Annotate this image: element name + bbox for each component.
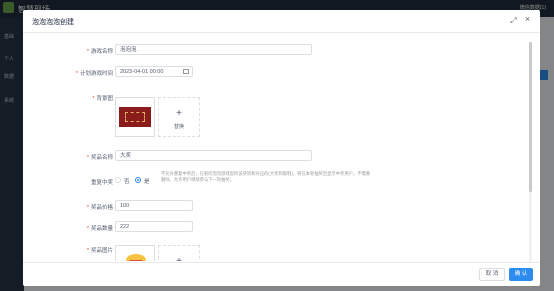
create-dialog: 泡泡泡泡创建 ⤢ × * 游戏名称 泡泡泡 * 计划游戏时间 2023-04-01 … xyxy=(23,10,540,286)
prize-name-input[interactable]: 大奖 xyxy=(115,150,312,161)
form-row-prize-name: * 奖品名称 大奖 xyxy=(23,150,523,164)
radio-yes[interactable] xyxy=(135,177,141,183)
calendar-icon[interactable] xyxy=(183,69,189,74)
plus-icon: + xyxy=(159,256,199,261)
dialog-header: 泡泡泡泡创建 ⤢ × xyxy=(23,10,540,33)
background-image-preview[interactable] xyxy=(115,97,155,137)
repeat-win-hint: 不允许重复中奖后，在新的泡泡游戏里的该奖项和对应的(大奖和限制)，将在本轮抽奖后… xyxy=(161,171,371,182)
prize-price-input[interactable]: 100 xyxy=(115,200,193,211)
plus-icon: + xyxy=(176,108,182,119)
prize-thumbnail-detail xyxy=(129,260,143,261)
prize-count-input[interactable]: 222 xyxy=(115,221,193,232)
game-name-label: * 游戏名称 xyxy=(86,49,113,55)
dialog-scrollbar[interactable] xyxy=(529,42,532,262)
background-thumbnail xyxy=(119,107,151,127)
prize-price-label: * 奖品价格 xyxy=(86,205,113,211)
radio-no-label[interactable]: 否 xyxy=(124,177,130,185)
repeat-win-label: 重复中奖 xyxy=(90,180,113,186)
background-label: * 背景图 xyxy=(92,96,113,102)
form-row-repeat-win: 重复中奖 否 是 不允许重复中奖后，在新的泡泡游戏里的该奖项和对应的(大奖和限制… xyxy=(23,171,523,189)
prize-name-label: * 奖品名称 xyxy=(86,155,113,161)
fullscreen-icon[interactable]: ⤢ xyxy=(509,16,518,25)
dialog-footer: 取 消 确 认 xyxy=(23,262,540,286)
form-row-prize-price: * 奖品价格 100 xyxy=(23,200,523,214)
form-row-background: * 背景图 + 替换 xyxy=(23,88,523,137)
plan-time-input[interactable]: 2023-04-01 00:00 xyxy=(115,66,193,77)
game-name-input[interactable]: 泡泡泡 xyxy=(115,44,312,55)
cancel-button[interactable]: 取 消 xyxy=(479,268,505,281)
form-row-game-name: * 游戏名称 泡泡泡 xyxy=(23,44,523,58)
plan-time-label: * 计划游戏时间 xyxy=(75,71,113,77)
prize-image-label: * 奖品图片 xyxy=(86,248,113,254)
prize-image-upload-button[interactable]: + xyxy=(158,245,200,261)
form-row-prize-count: * 奖品数量 222 xyxy=(23,221,523,235)
form-row-plan-time: * 计划游戏时间 2023-04-01 00:00 xyxy=(23,66,523,80)
form-row-prize-image: *奖品图片 + xyxy=(23,243,523,261)
radio-no[interactable] xyxy=(115,177,121,183)
close-icon[interactable]: × xyxy=(523,15,532,24)
scrollbar-thumb[interactable] xyxy=(529,42,532,192)
plan-time-value: 2023-04-01 00:00 xyxy=(120,69,164,75)
confirm-button[interactable]: 确 认 xyxy=(509,268,533,281)
radio-yes-label[interactable]: 是 xyxy=(144,177,150,185)
prize-count-label: * 奖品数量 xyxy=(86,226,113,232)
upload-label: 替换 xyxy=(173,124,184,130)
prize-image-preview[interactable] xyxy=(115,245,155,261)
dialog-title: 泡泡泡泡创建 xyxy=(32,19,74,26)
background-upload-button[interactable]: + 替换 xyxy=(158,97,200,137)
dialog-body: * 游戏名称 泡泡泡 * 计划游戏时间 2023-04-01 00:00 * 背景图 … xyxy=(23,33,530,261)
